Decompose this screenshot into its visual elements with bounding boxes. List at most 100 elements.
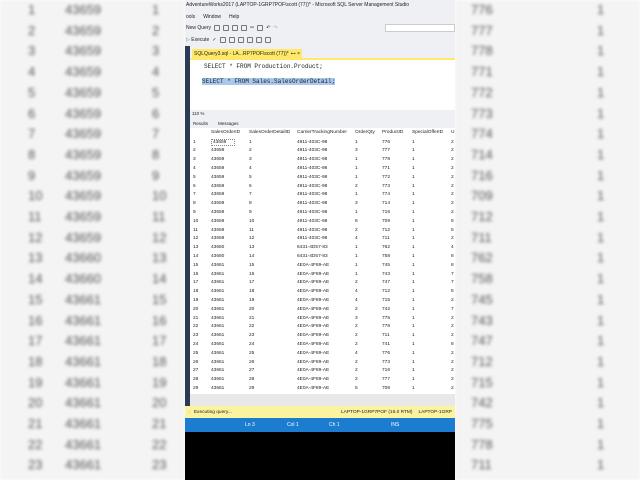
cell[interactable]: 43661: [211, 360, 224, 365]
cell[interactable]: 2: [451, 351, 454, 356]
cell[interactable]: 715: [382, 298, 390, 303]
redo-icon[interactable]: ↷: [273, 25, 277, 31]
cell[interactable]: 4911-403C-98: [297, 236, 327, 241]
cell[interactable]: 2: [451, 324, 454, 329]
cell[interactable]: 17: [249, 280, 254, 285]
menu-tools[interactable]: ools: [186, 14, 195, 20]
cell[interactable]: 712: [382, 289, 390, 294]
cell[interactable]: 747: [382, 280, 390, 285]
cell[interactable]: SalesOrderDetailID: [249, 130, 290, 135]
table-row[interactable]: 27 43661 27 4E0A-4F89-AE 2 716 1 2: [190, 367, 455, 376]
cell[interactable]: 43661: [211, 280, 224, 285]
results-grid[interactable]: SalesOrderID SalesOrderDetailID CarrierTra…: [190, 128, 455, 394]
cell[interactable]: 711: [382, 236, 390, 241]
cell[interactable]: 1: [412, 210, 415, 215]
cell[interactable]: 2: [451, 157, 454, 162]
cell[interactable]: 29: [193, 386, 198, 391]
cell[interactable]: OrderQty: [355, 130, 375, 135]
table-row[interactable]: 25 43661 25 4E0A-4F89-AE 4 776 1 2: [190, 350, 455, 359]
cell[interactable]: 1: [412, 280, 415, 285]
cell[interactable]: 3: [355, 316, 358, 321]
cell[interactable]: 7: [193, 192, 196, 197]
cell[interactable]: 43661: [211, 386, 224, 391]
close-icon[interactable]: ×: [297, 51, 300, 57]
cell[interactable]: 4911-403C-98: [297, 192, 327, 197]
execute-button[interactable]: ▷ Execute: [186, 37, 209, 43]
cell[interactable]: 17: [193, 280, 198, 285]
menu-help[interactable]: Help: [229, 14, 239, 20]
cell[interactable]: 7: [451, 280, 454, 285]
cell[interactable]: 1: [412, 333, 415, 338]
cell[interactable]: 43661: [211, 307, 224, 312]
cell[interactable]: 2: [451, 236, 454, 241]
cell[interactable]: 772: [382, 175, 390, 180]
cell[interactable]: 19: [249, 298, 254, 303]
cell[interactable]: 1: [412, 307, 415, 312]
cell[interactable]: 777: [382, 148, 390, 153]
cell[interactable]: 1: [412, 184, 415, 189]
cell[interactable]: 773: [382, 360, 390, 365]
cell[interactable]: 2: [451, 333, 454, 338]
cell[interactable]: 2: [249, 148, 252, 153]
cell[interactable]: 23: [193, 333, 198, 338]
cell[interactable]: 43659: [211, 175, 224, 180]
cell[interactable]: U: [451, 130, 454, 135]
cell[interactable]: 2: [355, 360, 358, 365]
cell[interactable]: 26: [249, 360, 254, 365]
cell[interactable]: SalesOrderID: [211, 130, 240, 135]
cell[interactable]: 21: [193, 316, 198, 321]
cell[interactable]: 4: [355, 236, 358, 241]
cell[interactable]: 2: [355, 342, 358, 347]
cell[interactable]: 26: [193, 360, 198, 365]
table-row[interactable]: 19 43661 19 4E0A-4F89-AE 4 715 1 2: [190, 297, 455, 306]
cell[interactable]: 4: [355, 298, 358, 303]
results-to-grid-icon[interactable]: [237, 37, 244, 43]
cell[interactable]: 2: [451, 166, 454, 171]
cell[interactable]: 12: [193, 236, 198, 241]
cell[interactable]: 10: [249, 219, 254, 224]
cell[interactable]: 8: [451, 254, 454, 259]
cell[interactable]: 5: [193, 175, 196, 180]
table-row[interactable]: 14 43660 14 6431-4D57-83 1 758 1 8: [190, 253, 455, 262]
cell[interactable]: 2: [355, 324, 358, 329]
cell[interactable]: 1: [412, 157, 415, 162]
cell[interactable]: 43661: [211, 342, 224, 347]
copy-icon[interactable]: [257, 25, 264, 31]
cell[interactable]: 43659: [211, 184, 224, 189]
cell[interactable]: 7: [451, 272, 454, 277]
table-row[interactable]: 5 43659 5 4911-403C-98 1 772 1 2: [190, 174, 455, 183]
cell[interactable]: 29: [249, 386, 254, 391]
table-row[interactable]: 11 43659 11 4911-403C-98 2 712 1 5: [190, 227, 455, 236]
cell[interactable]: 5: [249, 175, 252, 180]
cell[interactable]: 8: [193, 201, 196, 206]
table-row[interactable]: 16 43661 16 4E0A-4F89-AE 1 743 1 7: [190, 271, 455, 280]
cell[interactable]: 2: [451, 148, 454, 153]
cell[interactable]: SpecialOfferID: [412, 130, 443, 135]
toolbar-icon[interactable]: [214, 25, 221, 31]
cell[interactable]: 43661: [211, 333, 224, 338]
cell[interactable]: 708: [382, 386, 390, 391]
cell[interactable]: 2: [451, 210, 454, 215]
cell[interactable]: 4: [451, 245, 454, 250]
table-row[interactable]: 8 43659 8 4911-403C-98 3 714 1 2: [190, 200, 455, 209]
zoom-select[interactable]: 110 %: [190, 110, 455, 118]
cell[interactable]: 4E0A-4F89-AE: [297, 333, 329, 338]
cell[interactable]: 2: [451, 201, 454, 206]
cell[interactable]: 4911-403C-98: [297, 228, 327, 233]
cell[interactable]: 774: [382, 192, 390, 197]
cell[interactable]: 4E0A-4F89-AE: [297, 280, 329, 285]
cell[interactable]: 8: [451, 263, 454, 268]
cell[interactable]: 43661: [211, 298, 224, 303]
cell[interactable]: 1: [412, 342, 415, 347]
sql-editor[interactable]: SELECT * FROM Production.Product; SELECT…: [190, 58, 455, 110]
cell[interactable]: 4911-403C-98: [297, 148, 327, 153]
cell[interactable]: 43660: [211, 254, 224, 259]
cell[interactable]: 6: [355, 219, 358, 224]
cell[interactable]: 777: [382, 377, 390, 382]
cell[interactable]: 8: [451, 342, 454, 347]
cell[interactable]: 2: [355, 307, 358, 312]
cell[interactable]: 4E0A-4F89-AE: [297, 307, 329, 312]
cell[interactable]: 24: [193, 342, 198, 347]
cell[interactable]: 716: [382, 210, 390, 215]
cell[interactable]: 4911-403C-98: [297, 219, 327, 224]
